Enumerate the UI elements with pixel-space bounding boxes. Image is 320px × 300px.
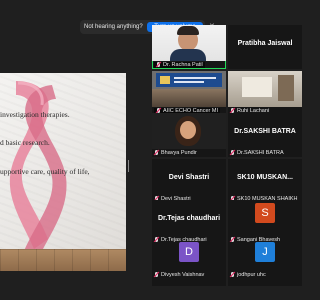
participant-display-name: Devi Shastri [168,174,210,181]
slide-text-line: d basic research. [0,138,50,147]
muted-mic-icon [154,150,159,156]
notification-text: Not hearing anything? [84,24,143,30]
participant-display-name: Dr.Tejas chaudhari [157,215,221,222]
participant-tile[interactable]: Dr.Tejas chaudhari Dr.Tejas chaudhari [152,200,226,244]
participant-video [228,71,302,107]
participant-video [152,113,226,149]
participant-tile[interactable]: Pratibha Jaiswal [228,25,302,69]
participant-video [152,25,226,61]
panel-resize-handle[interactable] [128,160,129,172]
muted-mic-icon [154,272,159,278]
participant-tile[interactable]: SK10 MUSKAN... SK10 MUSKAN SHAIKH [228,159,302,203]
participant-name: Dr. Rachna Patil [154,62,205,68]
wooden-floor [0,249,126,271]
muted-mic-icon [230,150,235,156]
participant-display-name: Pratibha Jaiswal [237,40,293,47]
participant-name: jodhpur uhc [230,272,266,278]
participant-tile[interactable]: Devi Shastri Devi Shastri [152,159,226,203]
slide-text-line: upportive care, quality of life, [0,167,90,176]
avatar: S [255,203,275,223]
participant-tile[interactable]: D Divyesh Vaishnav [152,242,226,286]
participant-video [152,71,226,107]
participant-display-name: SK10 MUSKAN... [236,174,293,181]
muted-mic-icon [156,62,161,68]
avatar: J [255,242,275,262]
participant-name: Dr.SAKSHI BATRA [230,150,284,156]
participant-name: Bhavya Pundir [154,150,197,156]
participant-tile[interactable]: Dr.SAKSHI BATRA Dr.SAKSHI BATRA [228,113,302,157]
participant-tile[interactable]: AIIC ECHO Cancer MI [152,71,226,115]
participant-tile[interactable]: Dr. Rachna Patil [152,25,226,69]
slide-text-line: investigation therapies. [0,110,70,119]
participant-tile[interactable]: S Sangani Bhavesh [228,200,302,244]
avatar: D [179,242,199,262]
participant-display-name: Dr.SAKSHI BATRA [234,128,296,135]
muted-mic-icon [230,272,235,278]
shared-slide: investigation therapies. d basic researc… [0,73,126,271]
participant-tile[interactable]: J jodhpur uhc [228,242,302,286]
participant-tile[interactable]: Bhavya Pundir [152,113,226,157]
participant-tile[interactable]: Ruhi Lachani [228,71,302,115]
participant-name: Divyesh Vaishnav [154,272,204,278]
